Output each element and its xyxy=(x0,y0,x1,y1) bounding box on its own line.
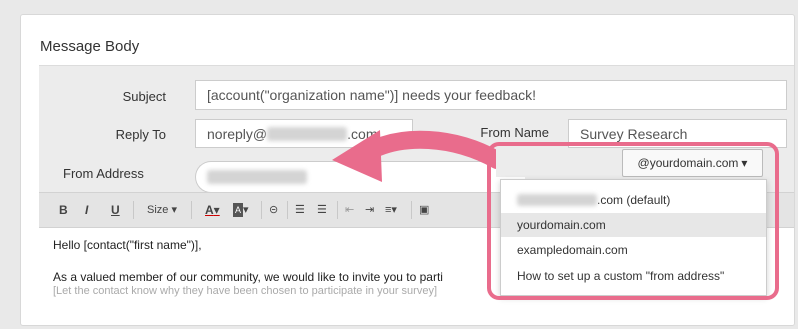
font-size-label: Size xyxy=(147,204,169,216)
underline-button[interactable]: U xyxy=(111,203,120,217)
highlight-frame xyxy=(487,142,779,300)
section-title: Message Body xyxy=(40,38,140,55)
caret-down-icon: ▾ xyxy=(213,203,220,217)
toolbar-separator xyxy=(287,201,288,219)
font-size-dropdown[interactable]: Size ▾ xyxy=(147,203,177,217)
background-color-button[interactable]: A ▾ xyxy=(233,203,249,217)
bullet-list-icon[interactable]: ☰ xyxy=(317,203,327,217)
reply-to-prefix: noreply@ xyxy=(207,125,268,142)
image-icon[interactable]: ▣ xyxy=(419,203,429,217)
from-name-value: Survey Research xyxy=(580,125,688,142)
italic-button[interactable]: I xyxy=(85,203,88,217)
caret-down-icon: ▾ xyxy=(171,204,177,216)
toolbar-separator xyxy=(191,201,192,219)
subject-value: [account("organization name")] needs you… xyxy=(207,87,537,103)
link-icon[interactable]: ⊝ xyxy=(269,203,278,217)
numbered-list-icon[interactable]: ☰ xyxy=(295,203,305,217)
toolbar-separator xyxy=(133,201,134,219)
toolbar-separator xyxy=(411,201,412,219)
reply-to-label: Reply To xyxy=(115,127,166,142)
indent-icon[interactable]: ⇥ xyxy=(365,203,374,217)
bold-button[interactable]: B xyxy=(59,203,68,217)
redacted-address xyxy=(207,170,307,184)
from-name-label: From Name xyxy=(480,125,549,140)
font-color-label: A xyxy=(205,203,214,217)
from-address-label: From Address xyxy=(63,166,144,181)
background-color-label: A xyxy=(233,203,244,217)
editor-line: As a valued member of our community, we … xyxy=(53,270,443,284)
editor-placeholder-line: [Let the contact know why they have been… xyxy=(53,285,438,297)
outdent-icon[interactable]: ⇤ xyxy=(345,203,354,217)
subject-label: Subject xyxy=(122,89,166,104)
editor-line: Hello [contact("first name")], xyxy=(53,238,202,252)
reply-to-suffix: .com xyxy=(347,125,378,142)
reply-to-input[interactable]: noreply@ .com xyxy=(195,119,413,148)
toolbar-separator xyxy=(337,201,338,219)
font-color-button[interactable]: A▾ xyxy=(205,203,220,217)
subject-input[interactable]: [account("organization name")] needs you… xyxy=(195,80,787,110)
toolbar-separator xyxy=(261,201,262,219)
align-dropdown[interactable]: ≡▾ xyxy=(385,203,397,217)
from-address-input[interactable] xyxy=(195,161,525,193)
redacted-domain xyxy=(267,126,348,141)
